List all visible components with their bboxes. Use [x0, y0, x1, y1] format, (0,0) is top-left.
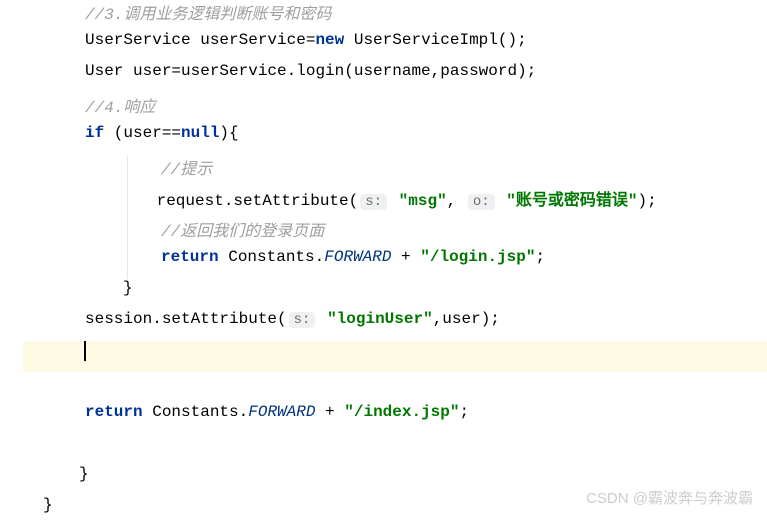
comment: //4.响应: [85, 93, 155, 117]
code-line: //4.响应: [23, 93, 767, 124]
constant-forward: FORWARD: [248, 403, 315, 421]
indent-guide: [127, 186, 128, 217]
string-literal: "msg": [399, 192, 447, 210]
string-literal: "/index.jsp": [344, 403, 459, 421]
editor-gutter: [0, 0, 23, 516]
indent-guide: [127, 248, 128, 279]
watermark: CSDN @霸波奔与奔波霸: [586, 487, 753, 508]
param-hint-s: s:: [360, 194, 387, 210]
code-line: request.setAttribute(s: "msg", o: "账号或密码…: [23, 186, 767, 217]
code-editor[interactable]: //3.调用业务逻辑判断账号和密码 UserService userServic…: [23, 0, 767, 516]
code-line: [23, 434, 767, 465]
string-literal: "账号或密码错误": [506, 186, 637, 210]
string-literal: "/login.jsp": [420, 248, 535, 266]
code-line: User user=userService.login(username,pas…: [23, 62, 767, 93]
caret-icon: [84, 341, 86, 361]
code-line: //3.调用业务逻辑判断账号和密码: [23, 0, 767, 31]
comment: //返回我们的登录页面: [161, 217, 324, 241]
indent-guide: [127, 217, 128, 248]
code-line: session.setAttribute(s: "loginUser",user…: [23, 310, 767, 341]
code-line: }: [23, 279, 767, 310]
code-line-current: [23, 341, 767, 372]
comment: //3.调用业务逻辑判断账号和密码: [85, 0, 331, 24]
constant-forward: FORWARD: [324, 248, 391, 266]
keyword-null: null: [181, 124, 219, 142]
code-line: //返回我们的登录页面: [23, 217, 767, 248]
keyword-return: return: [161, 248, 219, 266]
code-line: [23, 372, 767, 403]
code-line: //提示: [23, 155, 767, 186]
keyword-return: return: [85, 403, 143, 421]
code-line: if (user==null){: [23, 124, 767, 155]
keyword-new: new: [315, 31, 344, 49]
code-line: return Constants.FORWARD + "/index.jsp";: [23, 403, 767, 434]
keyword-if: if: [85, 124, 104, 142]
comment: //提示: [161, 155, 212, 179]
param-hint-o: o:: [468, 194, 495, 210]
param-hint-s: s:: [289, 312, 316, 328]
indent-guide: [127, 155, 128, 186]
code-line: return Constants.FORWARD + "/login.jsp";: [23, 248, 767, 279]
code-line: UserService userService=new UserServiceI…: [23, 31, 767, 62]
string-literal: "loginUser": [327, 310, 433, 328]
